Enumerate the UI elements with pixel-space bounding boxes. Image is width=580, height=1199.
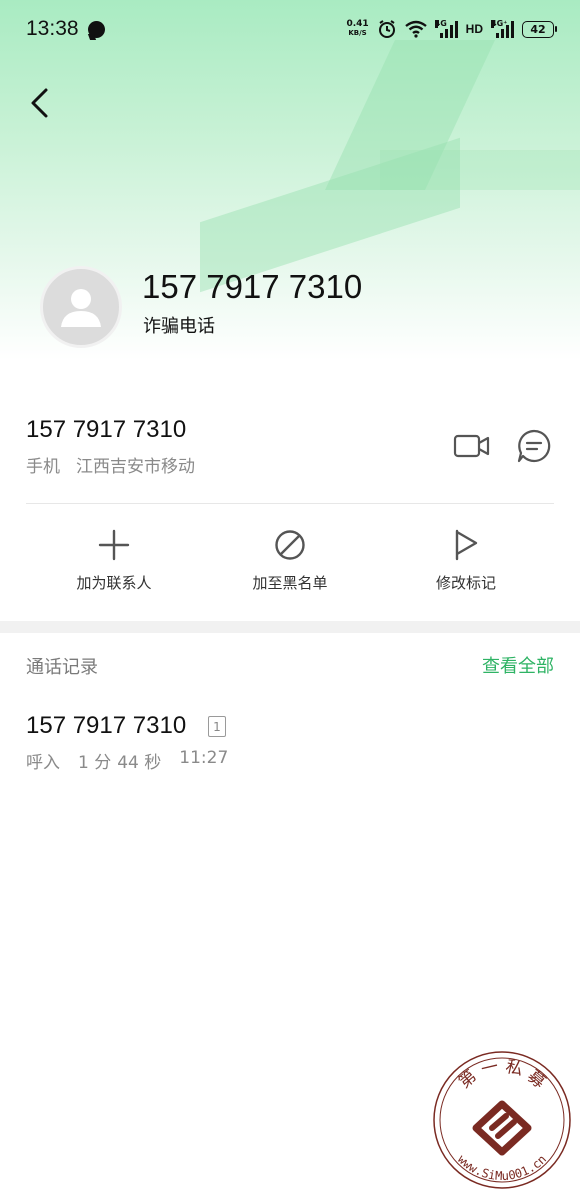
phone-number: 157 7917 7310: [26, 416, 187, 443]
sim-card-icon: 1: [208, 716, 226, 737]
flag-icon: [455, 529, 478, 561]
contact-header-number: 157 7917 7310: [142, 268, 363, 305]
add-contact-button[interactable]: 加为联系人: [39, 528, 189, 598]
signal-strength-icon: 4G: [434, 19, 458, 38]
edit-tag-label: 修改标记: [435, 574, 496, 592]
edit-tag-button[interactable]: 修改标记: [391, 528, 541, 598]
chevron-left-icon: [31, 88, 48, 118]
chat-notification-icon: [87, 20, 105, 38]
section-separator: [0, 621, 580, 633]
call-direction: 呼入: [26, 753, 60, 773]
action-bar: 加为联系人 加至黑名单 修改标记: [0, 528, 580, 598]
call-log-number: 157 7917 7310: [26, 712, 187, 739]
plus-icon: [98, 529, 130, 561]
battery-icon: 42: [522, 20, 557, 38]
contact-tag: 诈骗电话: [143, 316, 215, 337]
watermark-seal: 第 一 私 募 www.SiMu001.cn: [432, 1050, 572, 1190]
call-duration-sec: 44 秒: [117, 753, 162, 773]
status-bar: 13:38 0.41 KB/S 4G HD 4G⁺ 42: [0, 0, 580, 58]
call-log-title: 通话记录: [26, 657, 98, 678]
network-type-label: 4G: [434, 19, 447, 28]
net-speed-unit: KB/S: [348, 29, 367, 37]
network-speed: 0.41 KB/S: [346, 20, 368, 38]
call-duration-min: 1 分: [78, 753, 112, 773]
add-blacklist-button[interactable]: 加至黑名单: [215, 528, 365, 598]
phone-info: 手机 江西吉安市移动: [26, 452, 195, 477]
add-contact-label: 加为联系人: [76, 574, 152, 592]
avatar: [40, 266, 122, 348]
bg-decor-shape: [380, 150, 580, 190]
net-speed-value: 0.41: [346, 19, 369, 29]
call-log-entry[interactable]: 157 7917 7310 1 呼入 1 分 44 秒 11:27: [26, 708, 554, 778]
video-call-button[interactable]: [450, 424, 494, 468]
call-log-meta: 呼入 1 分 44 秒 11:27: [26, 748, 228, 773]
hd-voice-label: HD: [465, 22, 483, 36]
view-all-link[interactable]: 查看全部: [482, 652, 554, 678]
phone-number-row[interactable]: 157 7917 7310 手机 江西吉安市移动: [26, 414, 554, 484]
battery-level: 42: [530, 22, 546, 36]
alarm-icon: [378, 20, 395, 38]
add-blacklist-label: 加至黑名单: [252, 574, 328, 592]
block-icon: [275, 530, 305, 560]
call-duration: 1 分 44 秒: [78, 748, 161, 773]
message-button[interactable]: [512, 424, 556, 468]
divider: [26, 503, 554, 504]
wifi-icon: [404, 20, 427, 38]
signal-strength-icon-2: 4G⁺: [491, 20, 514, 38]
phone-location: 江西吉安市移动: [76, 457, 195, 477]
back-button[interactable]: [22, 84, 58, 120]
phone-type: 手机: [26, 457, 60, 477]
sim-slot: 1: [213, 719, 221, 734]
network-type-label-2: 4G⁺: [491, 19, 508, 28]
call-time: 11:27: [179, 748, 229, 768]
status-time: 13:38: [26, 17, 79, 40]
video-camera-icon: [453, 434, 490, 458]
person-icon: [61, 289, 101, 327]
message-bubble-icon: [517, 429, 551, 463]
